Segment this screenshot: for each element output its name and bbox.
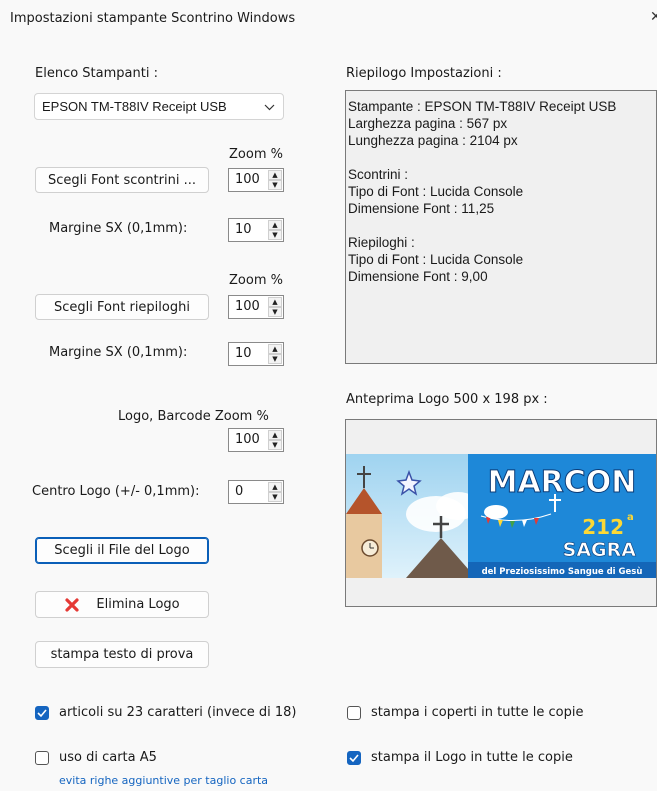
logo-zoom-stepper[interactable]: 100 ▲ ▼: [228, 428, 284, 452]
spin-up-icon[interactable]: ▲: [268, 430, 282, 440]
receipt-zoom-label: Zoom %: [229, 147, 283, 162]
delete-x-icon: [65, 597, 79, 612]
covers-checkbox[interactable]: [347, 706, 361, 720]
summary-line: Larghezza pagina : 567 px: [348, 116, 508, 131]
logo-zoom-value: 100: [235, 432, 260, 447]
spin-up-icon[interactable]: ▲: [268, 297, 282, 307]
close-icon[interactable]: ✕: [650, 9, 657, 25]
a5-paper-hint: evita righe aggiuntive per taglio carta: [59, 774, 269, 787]
logo-sagra-text: SAGRA: [563, 539, 637, 561]
summary-zoom-stepper[interactable]: 100 ▲ ▼: [228, 295, 284, 319]
logo-preview-label: Anteprima Logo 500 x 198 px :: [346, 392, 548, 407]
summary-line: Dimensione Font : 11,25: [348, 201, 495, 216]
summary-zoom-value: 100: [235, 299, 260, 314]
summary-line: [348, 149, 616, 166]
spin-up-icon[interactable]: ▲: [268, 220, 282, 230]
logo-number-sup: a: [627, 512, 634, 523]
summary-line: Tipo di Font : Lucida Console: [348, 184, 524, 199]
summary-line: Scontrini :: [348, 167, 409, 182]
receipt-margin-stepper[interactable]: 10 ▲ ▼: [228, 218, 284, 242]
logo-preview-image: MARCON 212 a SAGRA del Preziosissimo San…: [346, 454, 656, 578]
receipt-margin-value: 10: [235, 222, 252, 237]
spin-up-icon[interactable]: ▲: [268, 170, 282, 180]
delete-logo-button[interactable]: Elimina Logo: [35, 591, 209, 618]
summary-panel: Stampante : EPSON TM-T88IV Receipt USB L…: [345, 90, 657, 364]
summary-line: Riepiloghi :: [348, 235, 415, 250]
receipt-margin-label: Margine SX (0,1mm):: [49, 221, 188, 236]
logo-zoom-label: Logo, Barcode Zoom %: [118, 409, 269, 424]
logo-all-copies-label[interactable]: stampa il Logo in tutte le copie: [371, 750, 573, 765]
spin-down-icon[interactable]: ▼: [268, 230, 282, 240]
printer-select-value: EPSON TM-T88IV Receipt USB: [42, 99, 227, 114]
logo-center-stepper[interactable]: 0 ▲ ▼: [228, 480, 284, 504]
choose-logo-file-button[interactable]: Scegli il File del Logo: [35, 537, 209, 564]
logo-number-text: 212: [582, 515, 624, 539]
summary-line: Tipo di Font : Lucida Console: [348, 252, 524, 267]
covers-label[interactable]: stampa i coperti in tutte le copie: [371, 705, 583, 720]
logo-center-label: Centro Logo (+/- 0,1mm):: [32, 484, 200, 499]
summary-margin-stepper[interactable]: 10 ▲ ▼: [228, 342, 284, 366]
spin-down-icon[interactable]: ▼: [268, 492, 282, 502]
summary-zoom-label: Zoom %: [229, 273, 283, 288]
delete-logo-label: Elimina Logo: [96, 597, 180, 612]
summary-line: Stampante : EPSON TM-T88IV Receipt USB: [348, 99, 617, 114]
spin-down-icon[interactable]: ▼: [268, 307, 282, 317]
spin-up-icon[interactable]: ▲: [268, 344, 282, 354]
choose-receipt-font-button[interactable]: Scegli Font scontrini ...: [35, 167, 209, 193]
check-icon: [37, 709, 47, 718]
logo-marcon-text: MARCON: [488, 465, 637, 500]
summary-line: [348, 217, 616, 234]
window-title: Impostazioni stampante Scontrino Windows: [10, 11, 296, 26]
summary-margin-label: Margine SX (0,1mm):: [49, 345, 188, 360]
chars23-checkbox[interactable]: [35, 706, 49, 720]
summary-panel-label: Riepilogo Impostazioni :: [346, 66, 502, 81]
summary-line: Lunghezza pagina : 2104 px: [348, 133, 518, 148]
logo-center-value: 0: [235, 484, 244, 499]
summary-line: Dimensione Font : 9,00: [348, 269, 488, 284]
printer-select[interactable]: EPSON TM-T88IV Receipt USB: [34, 93, 284, 120]
a5-paper-checkbox[interactable]: [35, 751, 49, 765]
receipt-zoom-value: 100: [235, 172, 260, 187]
spin-down-icon[interactable]: ▼: [268, 354, 282, 364]
print-test-button[interactable]: stampa testo di prova: [35, 641, 209, 668]
printer-list-label: Elenco Stampanti :: [35, 66, 158, 81]
check-icon: [349, 754, 359, 763]
logo-all-copies-checkbox[interactable]: [347, 751, 361, 765]
a5-paper-label[interactable]: uso di carta A5: [59, 750, 157, 765]
receipt-zoom-stepper[interactable]: 100 ▲ ▼: [228, 168, 284, 192]
spin-down-icon[interactable]: ▼: [268, 180, 282, 190]
summary-margin-value: 10: [235, 346, 252, 361]
choose-summary-font-button[interactable]: Scegli Font riepiloghi: [35, 294, 209, 320]
logo-preview-panel: MARCON 212 a SAGRA del Preziosissimo San…: [345, 419, 657, 607]
spin-up-icon[interactable]: ▲: [268, 482, 282, 492]
chevron-down-icon: [264, 104, 275, 111]
logo-footer-text: del Preziosissimo Sangue di Gesù: [482, 567, 643, 577]
spin-down-icon[interactable]: ▼: [268, 440, 282, 450]
chars23-label[interactable]: articoli su 23 caratteri (invece di 18): [59, 705, 297, 720]
